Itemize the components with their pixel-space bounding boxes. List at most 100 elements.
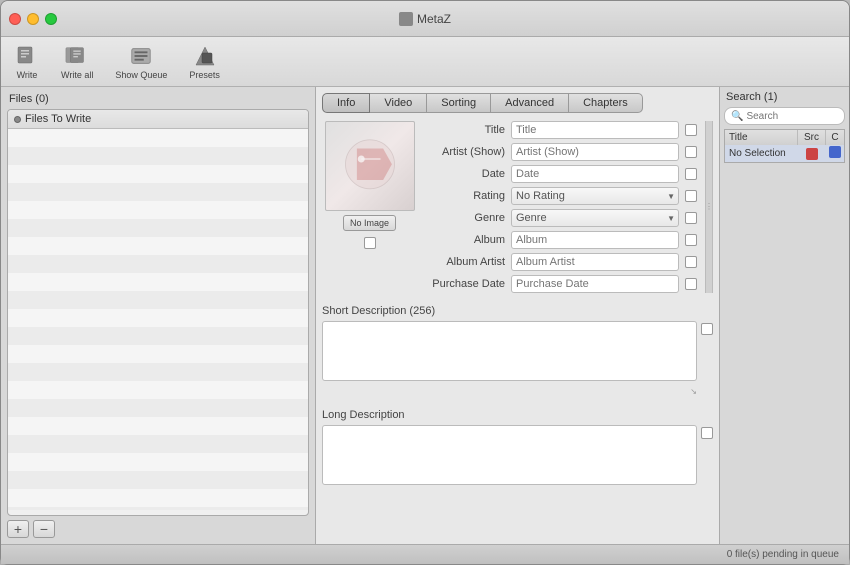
- rating-checkbox[interactable]: [685, 190, 697, 202]
- purchase-date-label: Purchase Date: [425, 278, 505, 290]
- search-col-title-header: Title: [725, 130, 798, 145]
- short-desc-input[interactable]: [322, 321, 697, 381]
- src-icon-blue: [829, 146, 841, 158]
- header-dot: [14, 116, 21, 123]
- presets-label: Presets: [189, 70, 220, 80]
- album-artist-label: Album Artist: [425, 256, 505, 268]
- date-checkbox[interactable]: [685, 168, 697, 180]
- remove-file-button[interactable]: −: [33, 520, 55, 538]
- short-desc-resize-indicator: ↘: [690, 387, 697, 396]
- search-input-wrap: 🔍: [724, 107, 845, 125]
- artist-input[interactable]: [511, 143, 679, 161]
- write-all-icon: [65, 44, 89, 68]
- maximize-button[interactable]: [45, 13, 57, 25]
- search-icon: 🔍: [731, 111, 743, 122]
- artist-label: Artist (Show): [425, 146, 505, 158]
- files-panel: Files (0) Files To Write + −: [1, 87, 316, 544]
- artwork-area: No Image: [322, 121, 417, 293]
- minimize-button[interactable]: [27, 13, 39, 25]
- files-bottom: + −: [7, 520, 309, 538]
- purchase-date-checkbox[interactable]: [685, 278, 697, 290]
- write-all-button[interactable]: Write all: [55, 40, 99, 84]
- window-title: MetaZ: [399, 12, 451, 26]
- title-checkbox[interactable]: [685, 124, 697, 136]
- search-result-label: No Selection: [725, 146, 798, 161]
- genre-select[interactable]: Genre: [511, 209, 679, 227]
- tabs: Info Video Sorting Advanced Chapters: [322, 93, 713, 113]
- date-row: Date: [425, 165, 697, 183]
- album-input[interactable]: [511, 231, 679, 249]
- short-desc-row: [322, 321, 713, 381]
- long-desc-row: [322, 425, 713, 485]
- artwork-image: [335, 131, 405, 201]
- write-label: Write: [17, 70, 38, 80]
- date-input[interactable]: [511, 165, 679, 183]
- genre-row: Genre Genre ▼: [425, 209, 697, 227]
- files-list[interactable]: Files To Write: [7, 109, 309, 516]
- main-area: Files (0) Files To Write + − Info Video …: [1, 87, 849, 544]
- search-input[interactable]: [746, 111, 838, 122]
- tab-sorting[interactable]: Sorting: [426, 93, 491, 113]
- search-results-header: Title Src C: [724, 129, 845, 145]
- search-result-row[interactable]: No Selection: [724, 145, 845, 163]
- write-button[interactable]: Write: [9, 40, 45, 84]
- short-desc-checkbox[interactable]: [701, 323, 713, 335]
- short-desc-label: Short Description (256): [322, 305, 713, 317]
- rating-select-wrap: No Rating Explicit Clean ▼: [511, 187, 679, 205]
- purchase-date-row: Purchase Date: [425, 275, 697, 293]
- info-top: No Image Title Artist (Show): [322, 121, 713, 293]
- artist-checkbox[interactable]: [685, 146, 697, 158]
- date-label: Date: [425, 168, 505, 180]
- album-label: Album: [425, 234, 505, 246]
- write-icon: [15, 44, 39, 68]
- app-icon: [399, 12, 413, 26]
- tab-chapters[interactable]: Chapters: [568, 93, 643, 113]
- content-panel: Info Video Sorting Advanced Chapters: [316, 87, 719, 544]
- close-button[interactable]: [9, 13, 21, 25]
- show-queue-button[interactable]: Show Queue: [109, 40, 173, 84]
- long-desc-label: Long Description: [322, 409, 713, 421]
- statusbar: 0 file(s) pending in queue: [1, 544, 849, 564]
- title-input[interactable]: [511, 121, 679, 139]
- search-col-src-header: Src: [798, 130, 826, 145]
- tab-advanced[interactable]: Advanced: [490, 93, 569, 113]
- long-desc-checkbox[interactable]: [701, 427, 713, 439]
- rating-row: Rating No Rating Explicit Clean ▼: [425, 187, 697, 205]
- show-queue-label: Show Queue: [115, 70, 167, 80]
- files-list-header: Files To Write: [8, 110, 308, 129]
- album-checkbox[interactable]: [685, 234, 697, 246]
- title-label: Title: [425, 124, 505, 136]
- album-artist-row: Album Artist: [425, 253, 697, 271]
- form-fields: Title Artist (Show) Date: [425, 121, 697, 293]
- long-desc-input[interactable]: [322, 425, 697, 485]
- add-file-button[interactable]: +: [7, 520, 29, 538]
- show-queue-icon: [129, 44, 153, 68]
- artwork-checkbox[interactable]: [364, 237, 376, 249]
- search-result-src: [798, 146, 826, 162]
- presets-icon: [193, 44, 217, 68]
- genre-checkbox[interactable]: [685, 212, 697, 224]
- tab-video[interactable]: Video: [369, 93, 427, 113]
- rating-label: Rating: [425, 190, 505, 202]
- no-image-button[interactable]: No Image: [343, 215, 396, 231]
- short-desc-section: Short Description (256) ↘: [322, 305, 713, 397]
- album-artist-input[interactable]: [511, 253, 679, 271]
- title-row: Title: [425, 121, 697, 139]
- search-panel: Search (1) 🔍 Title Src C No Selection: [719, 87, 849, 544]
- resize-handle[interactable]: ⋮: [705, 121, 713, 293]
- tab-info[interactable]: Info: [322, 93, 370, 113]
- traffic-lights: [9, 13, 57, 25]
- long-desc-section: Long Description: [322, 409, 713, 485]
- info-form: No Image Title Artist (Show): [322, 121, 713, 538]
- toolbar: Write Write all: [1, 37, 849, 87]
- rating-select[interactable]: No Rating Explicit Clean: [511, 187, 679, 205]
- app-window: MetaZ Write: [0, 0, 850, 565]
- album-row: Album: [425, 231, 697, 249]
- files-panel-title: Files (0): [7, 93, 309, 105]
- search-panel-title: Search (1): [724, 91, 845, 103]
- artwork-box[interactable]: [325, 121, 415, 211]
- search-result-c: [826, 146, 844, 161]
- album-artist-checkbox[interactable]: [685, 256, 697, 268]
- presets-button[interactable]: Presets: [183, 40, 226, 84]
- purchase-date-input[interactable]: [511, 275, 679, 293]
